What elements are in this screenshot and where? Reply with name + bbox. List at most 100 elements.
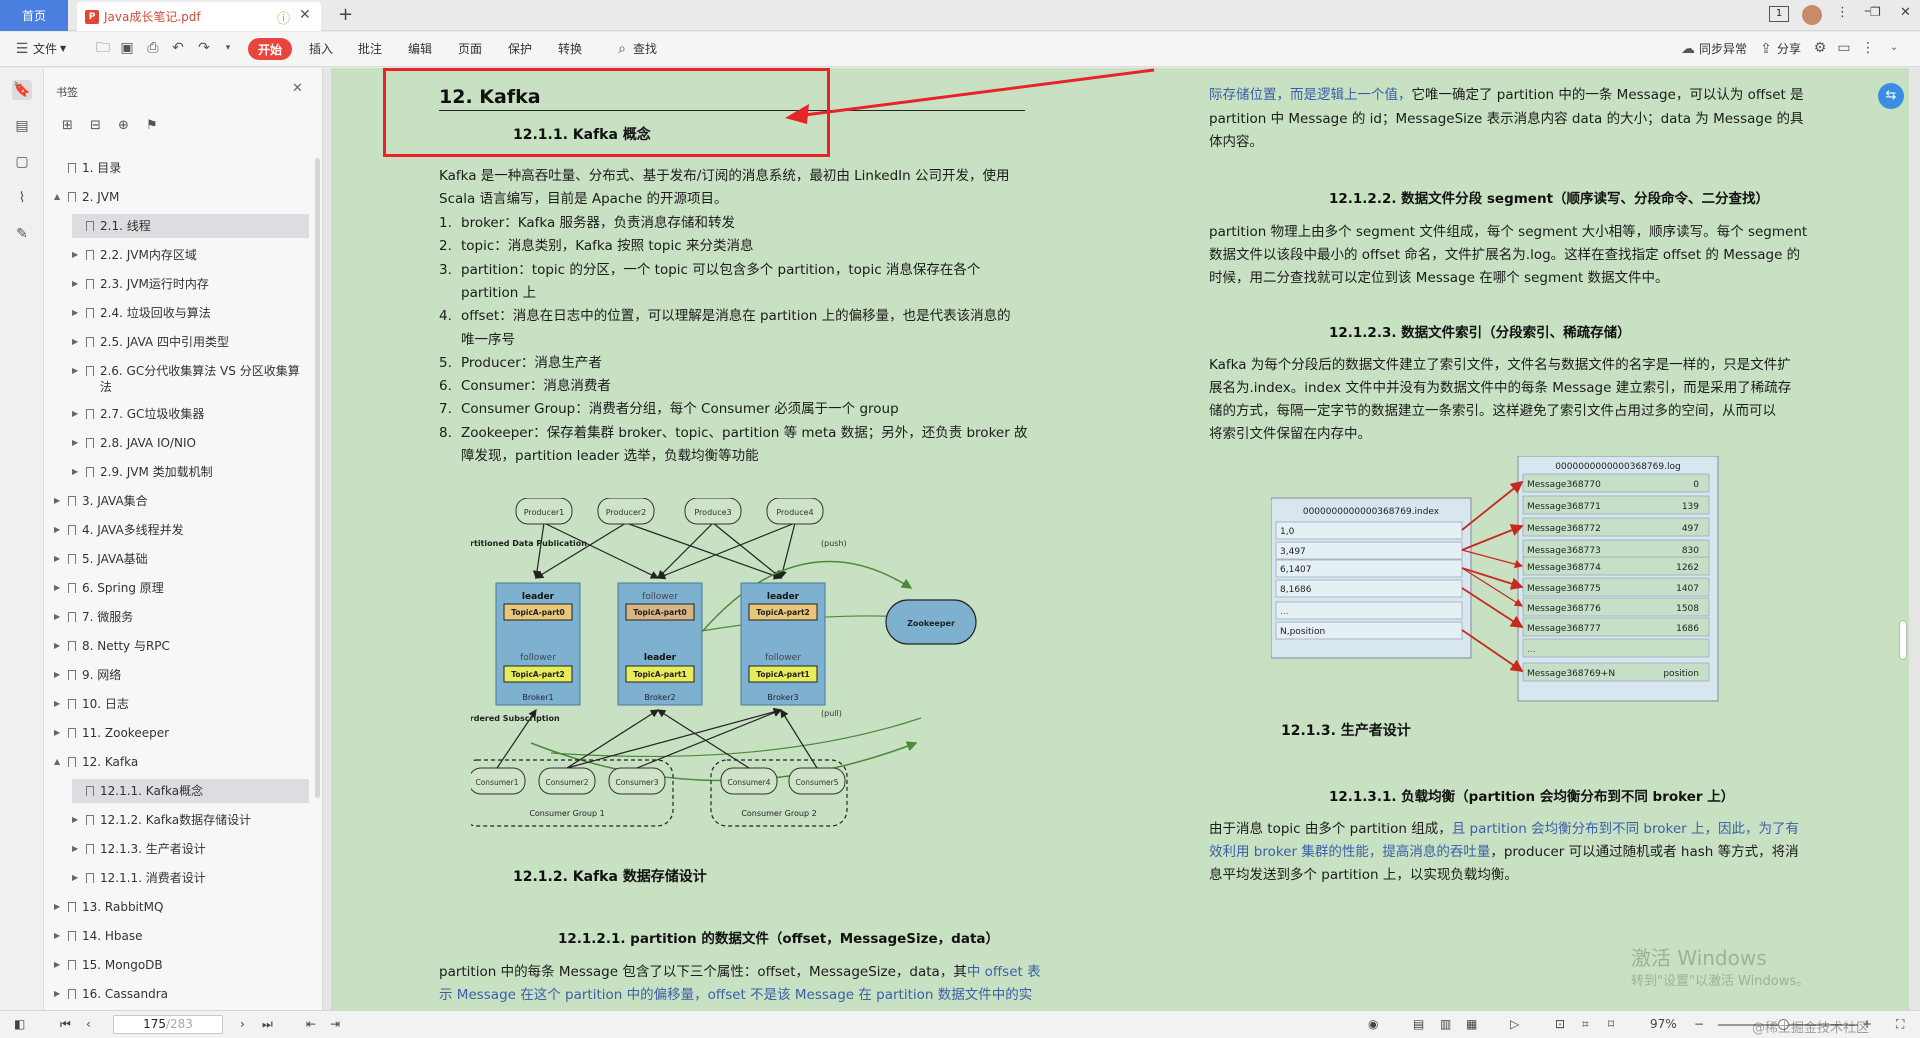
expand-arrow-icon[interactable]: ▶	[54, 902, 66, 911]
expand-arrow-icon[interactable]: ▶	[54, 931, 66, 940]
bookmark-item[interactable]: ▶ 2.3. JVM运行时内存	[72, 272, 309, 296]
start-tab[interactable]: 开始	[248, 38, 292, 60]
bookmark-icon[interactable]: 🔖	[12, 80, 32, 100]
attachment-icon[interactable]: ⌇	[12, 188, 32, 208]
close-window-icon[interactable]: ✕	[1900, 5, 1911, 20]
expand-arrow-icon[interactable]: ▲	[54, 757, 66, 766]
bookmark-item[interactable]: ▶ 4. JAVA多线程并发	[54, 518, 309, 542]
last-page-icon[interactable]: ⏭	[262, 1017, 273, 1032]
tab-document[interactable]: P Java成长笔记.pdf ⓘ ✕	[77, 2, 321, 31]
protect-tab[interactable]: 保护	[508, 40, 532, 57]
page-scrollbar[interactable]	[1899, 620, 1907, 660]
add-bookmark-icon[interactable]: ⊕	[118, 118, 129, 133]
close-panel-icon[interactable]: ✕	[292, 81, 303, 96]
tab-home[interactable]: 首页	[0, 0, 68, 31]
next-page-icon[interactable]: ›	[240, 1017, 245, 1031]
more-icon[interactable]: ⋮	[1836, 5, 1849, 20]
bookmark-item[interactable]: ▶ 16. Cassandra	[54, 982, 309, 1006]
insert-tab[interactable]: 插入	[309, 40, 333, 57]
expand-arrow-icon[interactable]: ▶	[54, 525, 66, 534]
expand-arrow-icon[interactable]: ▶	[72, 308, 84, 317]
comment-panel-icon[interactable]: ▢	[12, 152, 32, 172]
bookmark-item[interactable]: ▶ 13. RabbitMQ	[54, 895, 309, 919]
convert-tab[interactable]: 转换	[558, 40, 582, 57]
play-icon[interactable]: ▷	[1510, 1017, 1519, 1031]
annotate-tab[interactable]: 批注	[358, 40, 382, 57]
share-button[interactable]: ⇪ 分享	[1758, 40, 1801, 57]
bookmark-item[interactable]: ▲ 12. Kafka	[54, 750, 309, 774]
toggle-sidebar-icon[interactable]: ◧	[14, 1017, 25, 1031]
avatar[interactable]	[1802, 5, 1822, 25]
settings-icon[interactable]: ⚙	[1812, 40, 1828, 56]
warning-icon[interactable]: ⓘ	[277, 8, 290, 27]
sync-status[interactable]: ☁ 同步异常	[1680, 40, 1747, 57]
expand-arrow-icon[interactable]: ▶	[72, 250, 84, 259]
redo-icon[interactable]: ↷	[196, 40, 212, 56]
bookmark-item[interactable]: 1. 目录	[54, 156, 309, 180]
bookmark-item[interactable]: ▲ 2. JVM	[54, 185, 309, 209]
bookmark-item[interactable]: ▶ 2.9. JVM 类加载机制	[72, 460, 309, 484]
undo-icon[interactable]: ↶	[170, 40, 186, 56]
back-icon[interactable]: ⇤	[306, 1017, 316, 1031]
bookmark-item[interactable]: ▶ 12.1.1. 消费者设计	[72, 866, 309, 890]
page-number-input[interactable]: 175/283	[113, 1015, 223, 1034]
print-icon[interactable]: ⎙	[145, 40, 161, 56]
expand-arrow-icon[interactable]: ▶	[72, 815, 84, 824]
forward-icon[interactable]: ⇥	[330, 1017, 340, 1031]
bookmark-item[interactable]: ▶ 12.1.2. Kafka数据存储设计	[72, 808, 309, 832]
expand-arrow-icon[interactable]: ▶	[72, 409, 84, 418]
prev-page-icon[interactable]: ‹	[86, 1017, 91, 1031]
expand-arrow-icon[interactable]: ▶	[72, 873, 84, 882]
fit-width-icon[interactable]: ⊡	[1555, 1017, 1565, 1031]
bookmark-item[interactable]: 2.1. 线程	[72, 214, 309, 238]
bookmark-item[interactable]: ▶ 3. JAVA集合	[54, 489, 309, 513]
thumbnail-icon[interactable]: ▤	[12, 116, 32, 136]
bookmark-settings-icon[interactable]: ⚑	[146, 118, 158, 133]
first-page-icon[interactable]: ⏮	[60, 1017, 71, 1032]
bookmark-item[interactable]: ▶ 11. Zookeeper	[54, 721, 309, 745]
expand-arrow-icon[interactable]: ▶	[72, 844, 84, 853]
bookmark-view-icon[interactable]: ⌑	[1608, 1017, 1614, 1031]
expand-all-icon[interactable]: ⊞	[62, 118, 73, 133]
bookmark-item[interactable]: ▶ 2.2. JVM内存区域	[72, 243, 309, 267]
expand-arrow-icon[interactable]: ▶	[72, 279, 84, 288]
panel-scrollbar[interactable]	[315, 158, 320, 798]
comment-icon[interactable]: ▭	[1836, 40, 1852, 56]
collapse-ribbon-icon[interactable]: ⌄	[1886, 40, 1902, 56]
bookmark-item[interactable]: ▶ 10. 日志	[54, 692, 309, 716]
zoom-out-icon[interactable]: −	[1694, 1017, 1704, 1031]
bookmark-item[interactable]: ▶ 14. Hbase	[54, 924, 309, 948]
bookmark-item[interactable]: ▶ 7. 微服务	[54, 605, 309, 629]
page-tab[interactable]: 页面	[458, 40, 482, 57]
new-tab-icon[interactable]: +	[338, 4, 353, 25]
signature-icon[interactable]: ✎	[12, 224, 32, 244]
single-page-icon[interactable]: ▤	[1413, 1017, 1424, 1031]
bookmark-item[interactable]: 12.1.1. Kafka概念	[72, 779, 309, 803]
expand-arrow-icon[interactable]: ▲	[54, 192, 66, 201]
bookmark-item[interactable]: ▶ 2.4. 垃圾回收与算法	[72, 301, 309, 325]
bookmark-item[interactable]: ▶ 9. 网络	[54, 663, 309, 687]
expand-arrow-icon[interactable]: ▶	[54, 554, 66, 563]
customize-icon[interactable]: ▾	[220, 40, 236, 56]
bookmark-item[interactable]: ▶ 15. MongoDB	[54, 953, 309, 977]
bookmark-item[interactable]: ▶ 12.1.3. 生产者设计	[72, 837, 309, 861]
collapse-all-icon[interactable]: ⊟	[90, 118, 101, 133]
expand-arrow-icon[interactable]: ▶	[72, 337, 84, 346]
continuous-page-icon[interactable]: ▥	[1440, 1017, 1451, 1031]
bookmark-item[interactable]: ▶ 2.8. JAVA IO/NIO	[72, 431, 309, 455]
expand-arrow-icon[interactable]: ▶	[54, 496, 66, 505]
search-button[interactable]: ⌕ 查找	[614, 40, 657, 57]
bookmark-item[interactable]: ▶ 2.5. JAVA 四中引用类型	[72, 330, 309, 354]
crop-icon[interactable]: ⌗	[1582, 1017, 1589, 1032]
save-icon[interactable]: ▣	[119, 40, 135, 56]
bookmark-item[interactable]: ▶ 2.6. GC分代收集算法 VS 分区收集算法	[72, 359, 309, 401]
edit-tab[interactable]: 编辑	[408, 40, 432, 57]
maximize-icon[interactable]: ❐	[1870, 5, 1881, 19]
translate-icon[interactable]: ⇆	[1878, 83, 1904, 109]
expand-arrow-icon[interactable]: ▶	[54, 670, 66, 679]
zoom-level[interactable]: 97%	[1650, 1017, 1677, 1031]
expand-arrow-icon[interactable]: ▶	[54, 960, 66, 969]
file-menu[interactable]: ☰ 文件 ▼	[14, 40, 66, 57]
expand-arrow-icon[interactable]: ▶	[54, 612, 66, 621]
expand-arrow-icon[interactable]: ▶	[54, 989, 66, 998]
